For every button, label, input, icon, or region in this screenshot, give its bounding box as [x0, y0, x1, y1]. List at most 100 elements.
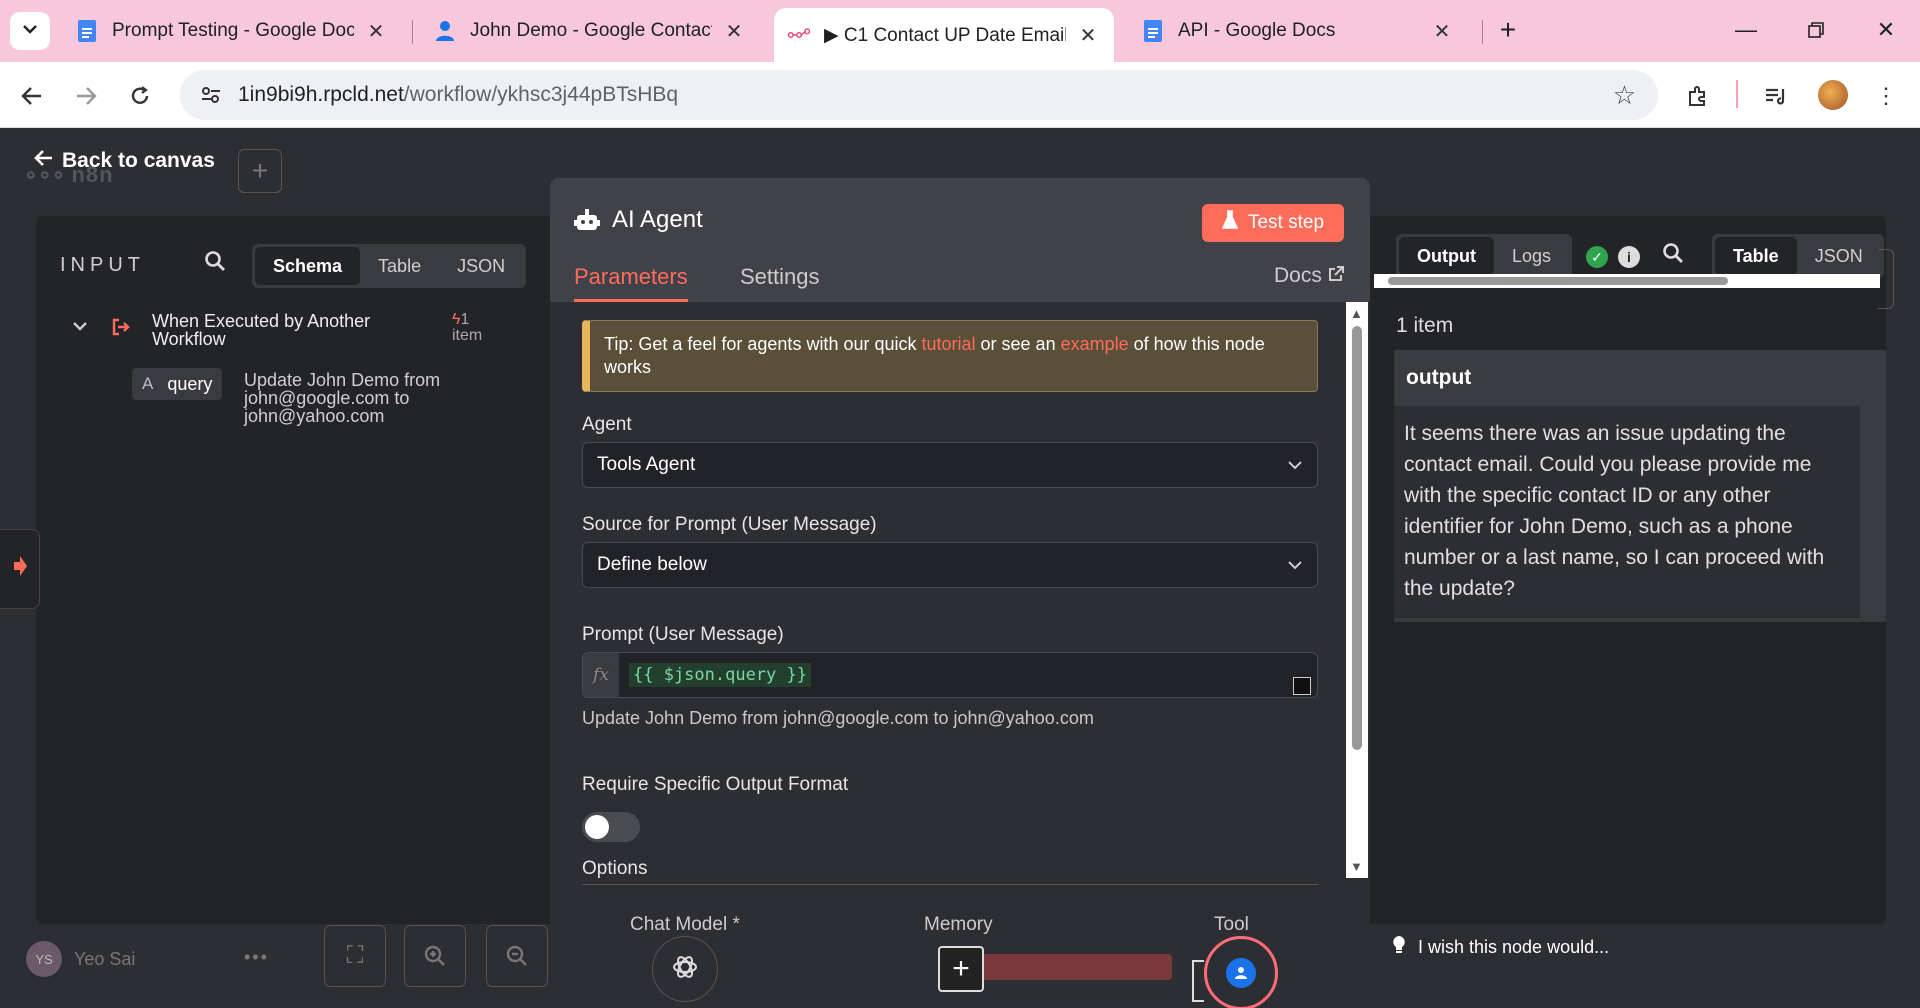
source-select[interactable]: Define below — [582, 542, 1318, 588]
output-cell-value: It seems there was an issue updating the… — [1394, 406, 1860, 618]
input-panel-handle[interactable] — [0, 529, 40, 609]
trigger-node-title: When Executed by Another Workflow — [152, 311, 371, 349]
browser-toolbar: 1in9bi9h.rpcld.net/workflow/ykhsc3j44pBT… — [0, 62, 1920, 128]
close-window-icon[interactable]: ✕ — [1868, 14, 1904, 46]
view-table-button[interactable]: Table — [1715, 237, 1797, 275]
output-item-count: 1 item — [1396, 314, 1454, 337]
address-bar[interactable]: 1in9bi9h.rpcld.net/workflow/ykhsc3j44pBT… — [180, 70, 1658, 120]
schema-field-name: query — [167, 373, 213, 394]
example-link[interactable]: example — [1061, 334, 1129, 354]
add-node-button[interactable]: + — [238, 149, 282, 193]
execute-workflow-trigger-icon — [108, 314, 134, 340]
view-table-button[interactable]: Table — [360, 247, 439, 285]
google-docs-icon — [1142, 19, 1164, 43]
new-tab-button[interactable]: + — [1490, 14, 1526, 46]
toggle-knob — [585, 815, 609, 839]
view-schema-button[interactable]: Schema — [255, 247, 361, 285]
browser-tab-active-workflow[interactable]: ▶ C1 Contact UP Date Email - n ✕ — [774, 8, 1114, 62]
bookmark-star-icon[interactable]: ☆ — [1613, 80, 1636, 111]
close-tab-icon[interactable]: ✕ — [364, 19, 388, 44]
tip-text: Tip: Get a feel for agents with our quic… — [604, 334, 922, 354]
zoom-out-icon[interactable] — [486, 925, 548, 987]
scrollbar-thumb[interactable] — [1352, 326, 1362, 750]
agent-label: Agent — [582, 414, 632, 435]
tab-divider — [412, 20, 413, 44]
view-json-button[interactable]: JSON — [1797, 237, 1881, 275]
vertical-scrollbar[interactable]: ▲ ▼ — [1346, 302, 1368, 878]
agent-select[interactable]: Tools Agent — [582, 442, 1318, 488]
memory-label: Memory — [924, 914, 993, 935]
close-tab-icon[interactable]: ✕ — [1076, 23, 1100, 48]
restore-icon[interactable] — [1798, 14, 1834, 46]
prompt-expression-input[interactable]: fx {{ $json.query }} — [582, 652, 1318, 698]
test-step-button[interactable]: Test step — [1202, 204, 1344, 242]
connection-bar — [982, 954, 1172, 980]
chevron-down-icon[interactable] — [72, 318, 88, 336]
chevron-down-icon — [1287, 554, 1303, 576]
tab-search-button[interactable] — [10, 12, 50, 50]
output-format-toggle[interactable] — [582, 812, 640, 842]
zoom-to-fit-icon[interactable]: ⛶ — [324, 925, 386, 987]
toolbar-divider — [1736, 80, 1738, 108]
horizontal-scrollbar[interactable] — [1374, 274, 1880, 288]
browser-tab-john-demo[interactable]: John Demo - Google Contacts ✕ — [420, 10, 760, 52]
chat-model-label: Chat Model * — [630, 914, 740, 935]
zoom-in-icon[interactable] — [404, 925, 466, 987]
scrollbar-thumb[interactable] — [1388, 277, 1728, 285]
scroll-up-arrow-icon[interactable]: ▲ — [1350, 306, 1363, 321]
prompt-preview: Update John Demo from john@google.com to… — [582, 708, 1094, 728]
profile-avatar[interactable] — [1818, 80, 1848, 110]
tutorial-link[interactable]: tutorial — [922, 334, 976, 354]
docs-link[interactable]: Docs — [1274, 264, 1344, 288]
source-label: Source for Prompt (User Message) — [582, 514, 877, 535]
tab-title: John Demo - Google Contacts — [470, 20, 712, 41]
robot-icon — [574, 208, 600, 232]
chevron-down-icon — [1287, 454, 1303, 476]
output-table: output It seems there was an issue updat… — [1394, 350, 1886, 622]
chat-model-node[interactable] — [652, 936, 718, 1002]
tab-output[interactable]: Output — [1399, 237, 1494, 275]
search-icon[interactable] — [204, 250, 226, 278]
tip-text: or see an — [975, 334, 1061, 354]
browser-tab-api-docs[interactable]: API - Google Docs ✕ — [1128, 10, 1468, 52]
reload-icon[interactable] — [122, 78, 158, 114]
feedback-link[interactable]: I wish this node would... — [1392, 935, 1609, 960]
tool-node-google-contacts[interactable] — [1204, 936, 1278, 1008]
openai-icon — [670, 952, 700, 987]
scroll-down-arrow-icon[interactable]: ▼ — [1350, 859, 1363, 874]
search-icon[interactable] — [1662, 242, 1684, 270]
output-panel-handle[interactable] — [1878, 249, 1894, 309]
node-title[interactable]: AI Agent — [612, 206, 703, 234]
success-check-icon: ✓ — [1586, 246, 1608, 268]
browser-menu-icon[interactable]: ⋮ — [1868, 78, 1904, 114]
node-details-modal: AI Agent Test step Parameters Settings D… — [550, 178, 1370, 1008]
tab-title: Prompt Testing - Google Docs — [112, 20, 354, 41]
view-json-button[interactable]: JSON — [439, 247, 523, 285]
back-to-canvas-link[interactable]: Back to canvas — [34, 149, 215, 173]
tab-logs[interactable]: Logs — [1494, 237, 1569, 275]
tab-title: API - Google Docs — [1178, 20, 1336, 41]
info-icon[interactable]: i — [1618, 246, 1640, 268]
output-view-switcher: Table JSON — [1712, 234, 1884, 278]
expand-editor-icon[interactable] — [1293, 677, 1311, 695]
avatar: YS — [26, 941, 62, 977]
browser-tab-prompt-testing[interactable]: Prompt Testing - Google Docs ✕ — [62, 10, 402, 52]
close-tab-icon[interactable]: ✕ — [1430, 19, 1454, 44]
extensions-icon[interactable] — [1680, 78, 1716, 114]
source-select-value: Define below — [597, 554, 707, 575]
tab-settings[interactable]: Settings — [740, 264, 820, 302]
tab-parameters[interactable]: Parameters — [574, 264, 688, 302]
google-contacts-icon — [434, 19, 456, 43]
minimize-icon[interactable]: — — [1728, 14, 1764, 46]
schema-field-pill[interactable]: A query — [132, 368, 223, 400]
add-memory-button[interactable]: + — [938, 946, 984, 992]
close-tab-icon[interactable]: ✕ — [722, 19, 746, 44]
user-menu[interactable]: YS Yeo Sai — [26, 941, 135, 977]
output-column-header: output — [1406, 366, 1472, 389]
forward-arrow-icon[interactable] — [68, 78, 104, 114]
media-controls-icon[interactable] — [1758, 78, 1794, 114]
feedback-text: I wish this node would... — [1418, 937, 1610, 957]
back-arrow-icon[interactable] — [14, 78, 50, 114]
site-settings-icon[interactable] — [196, 80, 226, 110]
user-menu-dots-icon[interactable]: ••• — [244, 947, 269, 968]
